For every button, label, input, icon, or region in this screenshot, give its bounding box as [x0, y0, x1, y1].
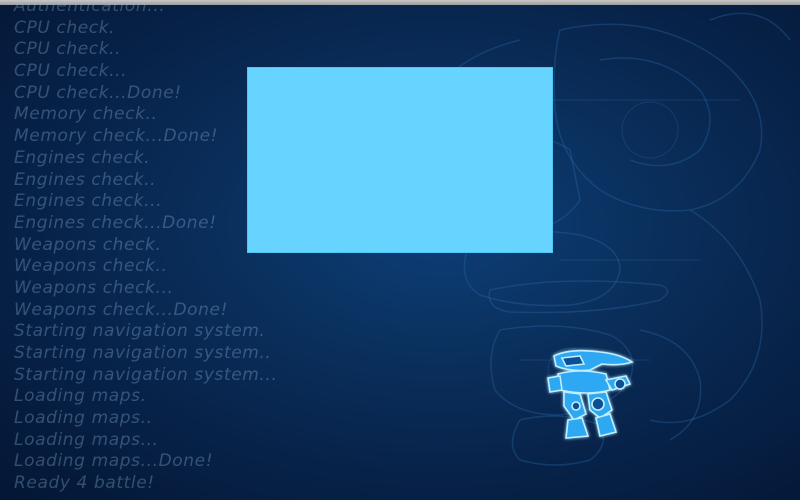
boot-log-line: Engines check... [14, 191, 163, 212]
boot-log-line: Authentication... [14, 0, 166, 16]
boot-log-line: Starting navigation system... [14, 364, 278, 385]
boot-log-line: Loading maps...Done! [14, 451, 214, 472]
boot-log-line: Weapons check.. [14, 256, 168, 277]
game-screen: Authentication... CPU check. CPU check..… [0, 0, 800, 500]
boot-log-line: CPU check.. [14, 39, 122, 60]
boot-log: Authentication... CPU check. CPU check..… [14, 0, 277, 495]
video-panel [248, 68, 552, 252]
mech-robot-icon [540, 344, 640, 444]
boot-log-line: Weapons check. [14, 234, 162, 255]
boot-log-line: Memory check.. [14, 104, 158, 125]
boot-log-line: Weapons check... [14, 277, 174, 298]
boot-log-line: CPU check...Done! [14, 82, 182, 103]
boot-log-line: Engines check. [14, 147, 151, 168]
boot-log-line: Weapons check...Done! [14, 299, 229, 320]
boot-log-line: Starting navigation system. [14, 321, 266, 342]
boot-log-line: Ready 4 battle! [14, 473, 155, 494]
boot-log-line: Engines check.. [14, 169, 157, 190]
boot-log-line: CPU check... [14, 61, 128, 82]
boot-log-line: CPU check. [14, 17, 116, 38]
boot-log-line: Memory check...Done! [14, 126, 219, 147]
boot-log-line: Loading maps. [14, 386, 147, 407]
boot-log-line: Loading maps... [14, 429, 159, 450]
boot-log-line: Engines check...Done! [14, 212, 217, 233]
boot-log-line: Loading maps.. [14, 408, 153, 429]
boot-log-line: Starting navigation system.. [14, 343, 272, 363]
